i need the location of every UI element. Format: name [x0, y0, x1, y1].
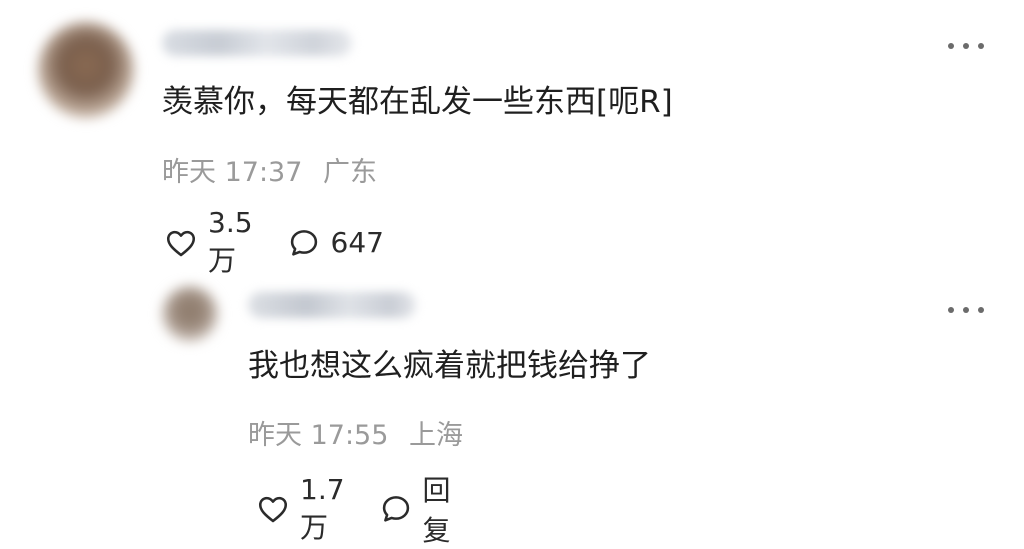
reply-time: 昨天 17:55	[248, 420, 389, 451]
reply-meta: 昨天 17:55 上海	[248, 413, 463, 452]
username-blurred[interactable]	[248, 292, 416, 318]
comment-actions: 3.5万 647	[164, 206, 384, 279]
heart-icon	[164, 226, 198, 260]
avatar[interactable]	[38, 22, 134, 118]
dot	[978, 307, 984, 313]
heart-icon	[256, 492, 290, 526]
reply-count-button[interactable]: 647	[287, 226, 384, 260]
reply-location: 上海	[409, 420, 463, 451]
username-blurred[interactable]	[162, 30, 352, 56]
reply-actions: 1.7万 回复	[256, 469, 451, 549]
like-count: 1.7万	[300, 472, 345, 544]
comment-text: 羡慕你，每天都在乱发一些东西[呃R]	[162, 84, 673, 120]
reply-count: 647	[330, 226, 384, 259]
reply-label: 回复	[422, 474, 451, 547]
reply-button[interactable]: 回复	[379, 469, 451, 549]
comment-bubble-icon	[379, 492, 413, 526]
more-options-button[interactable]	[948, 36, 984, 56]
like-button[interactable]: 1.7万	[256, 473, 345, 546]
dot	[948, 43, 954, 49]
avatar[interactable]	[162, 286, 218, 342]
comment-meta: 昨天 17:37 广东	[162, 150, 377, 189]
reply-text: 我也想这么疯着就把钱给挣了	[248, 348, 651, 384]
comment-location: 广东	[323, 157, 377, 188]
dot	[948, 307, 954, 313]
dot	[963, 307, 969, 313]
like-button[interactable]: 3.5万	[164, 206, 253, 279]
more-options-button[interactable]	[948, 300, 984, 320]
dot	[978, 43, 984, 49]
like-count: 3.5万	[208, 206, 253, 277]
dot	[963, 43, 969, 49]
comment-time: 昨天 17:37	[162, 157, 303, 188]
comment-bubble-icon	[287, 226, 321, 260]
